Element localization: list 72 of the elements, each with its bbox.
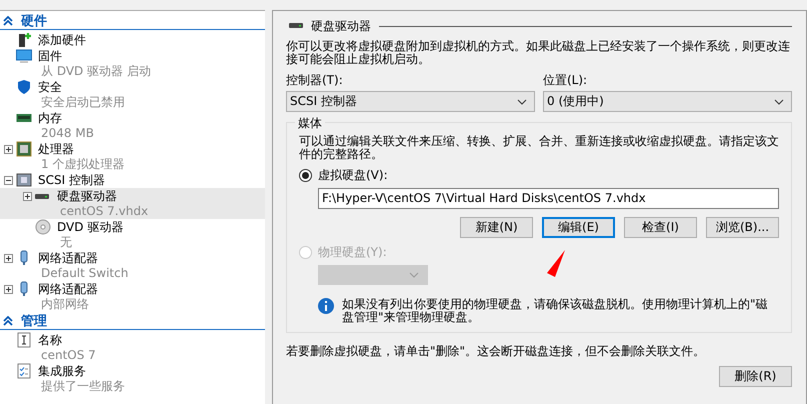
expander-icon[interactable] <box>22 192 32 200</box>
item-detail: 1 个虚拟处理器 <box>41 157 124 171</box>
expander-icon[interactable] <box>4 144 12 154</box>
field-label: 控制器(T): <box>286 72 344 89</box>
info-text: 如果没有列出你要使用的物理硬盘，请确保该磁盘脱机。使用物理计算机上的"磁盘管理"来管理物理硬盘。 <box>342 298 769 324</box>
sidebar-item[interactable]: 处理器 1 个虚拟处理器 <box>0 141 265 172</box>
item-detail: 无 <box>60 235 72 249</box>
action-button[interactable]: 新建(N) <box>460 217 533 238</box>
panel-title: 硬盘驱动器 <box>311 18 371 34</box>
item-label: 处理器 <box>38 141 74 157</box>
virtual-disk-radio[interactable]: 虚拟硬盘(V): <box>299 167 388 184</box>
sidebar-item[interactable]: SCSI 控制器 <box>0 172 265 188</box>
item-detail: 提供了一些服务 <box>41 379 125 393</box>
monitor-icon <box>16 48 32 64</box>
item-label: 安全 <box>38 79 62 95</box>
checklist-icon <box>16 363 32 379</box>
controller-dropdown[interactable]: SCSI 控制器 <box>286 91 535 112</box>
shield-icon <box>16 79 32 95</box>
action-button[interactable]: 检查(I) <box>624 217 697 238</box>
sidebar-item[interactable]: 网络适配器 Default Switch <box>0 250 265 281</box>
action-button[interactable]: 编辑(E) <box>542 217 615 238</box>
chevron-down-icon <box>774 98 784 104</box>
chip-icon <box>16 141 32 157</box>
controller-icon <box>16 172 32 188</box>
chevron-down-icon <box>517 98 527 104</box>
expander-icon[interactable] <box>4 254 12 262</box>
item-detail: Default Switch <box>41 266 128 280</box>
sidebar-item[interactable]: 固件 从 DVD 驱动器 启动 <box>0 48 265 79</box>
expander-icon[interactable] <box>4 176 12 184</box>
remove-note: 若要删除虚拟硬盘，请单击"删除"。这会断开磁盘连接，但不会删除关联文件。 <box>286 345 706 358</box>
panel-description: 你可以更改将虚拟硬盘附加到虚拟机的方式。如果此磁盘上已经安装了一个操作系统，则更改连接可能会阻止虚拟机启动。 <box>286 40 791 66</box>
item-detail: 内部网络 <box>41 297 89 311</box>
sidebar-item[interactable]: 网络适配器 内部网络 <box>0 281 265 312</box>
text-cursor-icon <box>16 332 32 348</box>
section-title: 管理 <box>21 312 47 330</box>
remove-button[interactable]: 删除(R) <box>719 366 792 387</box>
item-label: 网络适配器 <box>38 281 98 297</box>
sidebar-item[interactable]: 集成服务 提供了一些服务 <box>0 363 265 394</box>
expander-icon[interactable] <box>4 284 12 294</box>
collapse-icon[interactable] <box>3 316 13 326</box>
add-hardware-icon <box>16 32 32 48</box>
item-detail: 安全启动已禁用 <box>41 95 125 109</box>
item-label: 内存 <box>38 110 62 126</box>
item-label: 名称 <box>38 332 62 348</box>
sidebar-item[interactable]: 添加硬件 <box>0 32 265 48</box>
path-field[interactable]: F:\Hyper-V\centOS 7\Virtual Hard Disks\centOS 7.vhdx <box>318 188 779 209</box>
group-title: 媒体 <box>295 115 325 132</box>
sidebar-item[interactable]: 名称 centOS 7 <box>0 332 265 363</box>
collapse-icon[interactable] <box>3 16 13 26</box>
info-icon <box>318 298 334 314</box>
item-detail: 2048 MB <box>41 126 94 140</box>
item-detail: centOS 7.vhdx <box>60 204 148 218</box>
item-label: 固件 <box>38 48 62 64</box>
item-label: SCSI 控制器 <box>38 172 105 188</box>
chevron-down-icon <box>409 272 419 278</box>
item-label: 添加硬件 <box>38 32 86 48</box>
item-label: 硬盘驱动器 <box>57 188 117 204</box>
item-label: 集成服务 <box>38 363 86 379</box>
section-title: 硬件 <box>21 12 47 30</box>
sidebar-item[interactable]: 内存 2048 MB <box>0 110 265 141</box>
item-label: 网络适配器 <box>38 250 98 266</box>
sidebar-item[interactable]: DVD 驱动器 无 <box>0 219 265 250</box>
field-label: 位置(L): <box>543 72 588 89</box>
sidebar-item[interactable]: 硬盘驱动器 centOS 7.vhdx <box>0 188 265 219</box>
item-detail: centOS 7 <box>41 348 96 362</box>
action-button[interactable]: 浏览(B)... <box>706 217 779 238</box>
location-dropdown[interactable]: 0 (使用中) <box>543 91 792 112</box>
media-description: 可以通过编辑关联文件来压缩、转换、扩展、合并、重新连接或收缩虚拟硬盘。请指定该文件的完整路径。 <box>299 135 779 161</box>
sidebar-item[interactable]: 安全 安全启动已禁用 <box>0 79 265 110</box>
disc-icon <box>35 219 51 235</box>
item-detail: 从 DVD 驱动器 启动 <box>41 64 151 78</box>
item-label: DVD 驱动器 <box>57 219 124 235</box>
